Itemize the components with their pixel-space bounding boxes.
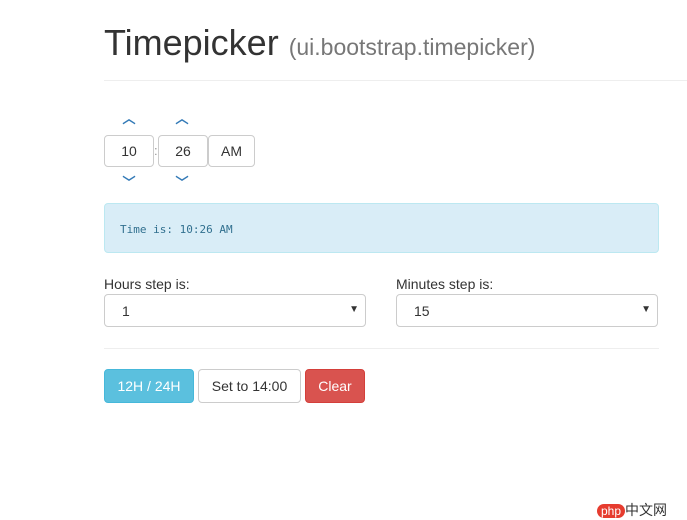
minutes-step-select[interactable]: 15 ▼ xyxy=(396,294,658,327)
hours-step-select[interactable]: 1 ▼ xyxy=(104,294,366,327)
time-alert: Time is: 10:26 AM xyxy=(104,203,659,253)
hours-input[interactable]: 10 xyxy=(104,135,154,167)
watermark-logo: php 中文网 xyxy=(597,500,667,520)
caret-down-icon: ▼ xyxy=(641,304,651,315)
subtitle: (ui.bootstrap.timepicker) xyxy=(288,34,536,60)
hours-decrement-chevron-down-icon[interactable]: ﹀ xyxy=(104,172,154,191)
minutes-step-value: 15 xyxy=(414,303,430,319)
minutes-input[interactable]: 26 xyxy=(158,135,208,167)
toggle-12h-24h-button[interactable]: 12H / 24H xyxy=(104,369,194,403)
minutes-step-label: Minutes step is: xyxy=(396,276,494,292)
title: Timepicker xyxy=(104,22,279,63)
minutes-increment-chevron-up-icon[interactable]: ︿ xyxy=(157,108,207,127)
minutes-decrement-chevron-down-icon[interactable]: ﹀ xyxy=(157,172,207,191)
clear-button[interactable]: Clear xyxy=(305,369,365,403)
page-title: Timepicker (ui.bootstrap.timepicker) xyxy=(104,22,535,64)
hours-step-value: 1 xyxy=(122,303,130,319)
hours-increment-chevron-up-icon[interactable]: ︿ xyxy=(104,108,154,127)
divider xyxy=(104,80,687,81)
meridian-button[interactable]: AM xyxy=(208,135,255,167)
hours-step-label: Hours step is: xyxy=(104,276,190,292)
set-time-button[interactable]: Set to 14:00 xyxy=(198,369,301,403)
caret-down-icon: ▼ xyxy=(349,304,359,315)
divider xyxy=(104,348,659,349)
